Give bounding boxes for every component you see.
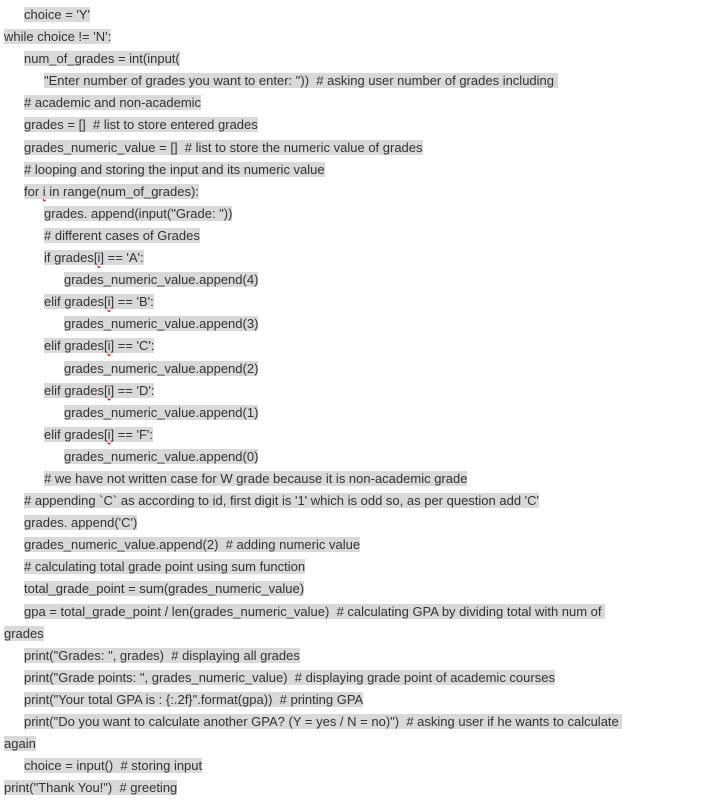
code-text: "Enter number of grades you want to ente… xyxy=(44,73,558,88)
code-text: grades_numeric_value.append(3) xyxy=(64,316,258,331)
code-line-27: gpa = total_grade_point / len(grades_num… xyxy=(4,601,723,623)
code-line-24: grades_numeric_value.append(2) # adding … xyxy=(4,534,723,556)
code-line-25: # calculating total grade point using su… xyxy=(4,556,723,578)
code-line-11: if grades[i] == 'A': xyxy=(4,247,723,269)
code-text: grades_numeric_value.append(0) xyxy=(64,449,258,464)
code-text: gpa = total_grade_point / len(grades_num… xyxy=(24,604,605,619)
code-line-29: print("Grades: ", grades) # displaying a… xyxy=(4,645,723,667)
code-line-28: grades xyxy=(4,623,723,645)
code-text: print("Grade points: ", grades_numeric_v… xyxy=(24,670,555,685)
spell-error-marker: i xyxy=(97,250,100,265)
code-text: print("Thank You!") # greeting xyxy=(4,780,177,795)
code-line-35: print("Thank You!") # greeting xyxy=(4,777,723,799)
code-block: choice = 'Y' while choice != 'N': num_of_g… xyxy=(4,4,723,799)
code-line-14: grades_numeric_value.append(3) xyxy=(4,313,723,335)
code-line-12: grades_numeric_value.append(4) xyxy=(4,269,723,291)
code-text: if grades[i] == 'A': xyxy=(44,250,144,265)
code-line-3: "Enter number of grades you want to ente… xyxy=(4,70,723,92)
code-line-9: grades. append(input("Grade: ")) xyxy=(4,203,723,225)
code-line-0: choice = 'Y' xyxy=(4,4,723,26)
code-line-2: num_of_grades = int(input( xyxy=(4,48,723,70)
code-line-7: # looping and storing the input and its … xyxy=(4,159,723,181)
code-line-30: print("Grade points: ", grades_numeric_v… xyxy=(4,667,723,689)
code-text: elif grades[i] == 'D': xyxy=(44,383,154,398)
spell-error-marker: i xyxy=(108,338,111,353)
code-line-32: print("Do you want to calculate another … xyxy=(4,711,723,733)
code-text: # we have not written case for W grade b… xyxy=(44,471,467,486)
spell-error-marker: i xyxy=(108,427,111,442)
code-line-22: # appending `C` as according to id, firs… xyxy=(4,490,723,512)
code-text: # different cases of Grades xyxy=(44,228,200,243)
code-line-6: grades_numeric_value = [] # list to stor… xyxy=(4,137,723,159)
code-text: num_of_grades = int(input( xyxy=(24,51,180,66)
spell-error-marker: i xyxy=(43,184,46,199)
code-text: grades_numeric_value.append(2) # adding … xyxy=(24,537,360,552)
code-text: grades_numeric_value.append(1) xyxy=(64,405,258,420)
code-text: print("Your total GPA is : {:.2f}".forma… xyxy=(24,692,363,707)
code-text: elif grades[i] == 'F': xyxy=(44,427,153,442)
code-line-21: # we have not written case for W grade b… xyxy=(4,468,723,490)
code-text: again xyxy=(4,736,36,751)
code-line-19: elif grades[i] == 'F': xyxy=(4,424,723,446)
code-text: grades xyxy=(4,626,44,641)
code-line-31: print("Your total GPA is : {:.2f}".forma… xyxy=(4,689,723,711)
code-text: # appending `C` as according to id, firs… xyxy=(24,493,539,508)
code-text: # looping and storing the input and its … xyxy=(24,162,325,177)
code-text: grades_numeric_value.append(4) xyxy=(64,272,258,287)
code-line-18: grades_numeric_value.append(1) xyxy=(4,402,723,424)
code-line-26: total_grade_point = sum(grades_numeric_v… xyxy=(4,578,723,600)
code-text: # calculating total grade point using su… xyxy=(24,559,305,574)
code-text: grades_numeric_value.append(2) xyxy=(64,361,258,376)
code-text: grades. append(input("Grade: ")) xyxy=(44,206,232,221)
code-text: print("Do you want to calculate another … xyxy=(24,714,622,729)
code-line-16: grades_numeric_value.append(2) xyxy=(4,358,723,380)
spell-error-marker: i xyxy=(108,383,111,398)
code-line-8: for i in range(num_of_grades): xyxy=(4,181,723,203)
code-line-4: # academic and non-academic xyxy=(4,92,723,114)
spell-error-marker: i xyxy=(108,294,111,309)
code-line-15: elif grades[i] == 'C': xyxy=(4,335,723,357)
code-text: elif grades[i] == 'B': xyxy=(44,294,154,309)
code-text: for i in range(num_of_grades): xyxy=(24,184,199,199)
code-text: while choice != 'N': xyxy=(4,29,111,44)
code-line-10: # different cases of Grades xyxy=(4,225,723,247)
code-line-13: elif grades[i] == 'B': xyxy=(4,291,723,313)
code-text: grades. append('C') xyxy=(24,515,137,530)
code-line-5: grades = [] # list to store entered grad… xyxy=(4,114,723,136)
code-text: choice = input() # storing input xyxy=(24,758,202,773)
code-text: grades = [] # list to store entered grad… xyxy=(24,117,258,132)
code-text: grades_numeric_value = [] # list to stor… xyxy=(24,140,423,155)
code-line-17: elif grades[i] == 'D': xyxy=(4,380,723,402)
code-line-1: while choice != 'N': xyxy=(4,26,723,48)
code-line-20: grades_numeric_value.append(0) xyxy=(4,446,723,468)
code-line-33: again xyxy=(4,733,723,755)
code-line-34: choice = input() # storing input xyxy=(4,755,723,777)
code-text: total_grade_point = sum(grades_numeric_v… xyxy=(24,581,304,596)
code-text: # academic and non-academic xyxy=(24,95,201,110)
code-text: elif grades[i] == 'C': xyxy=(44,338,154,353)
code-text: print("Grades: ", grades) # displaying a… xyxy=(24,648,300,663)
code-line-23: grades. append('C') xyxy=(4,512,723,534)
code-text: choice = 'Y' xyxy=(24,7,90,22)
